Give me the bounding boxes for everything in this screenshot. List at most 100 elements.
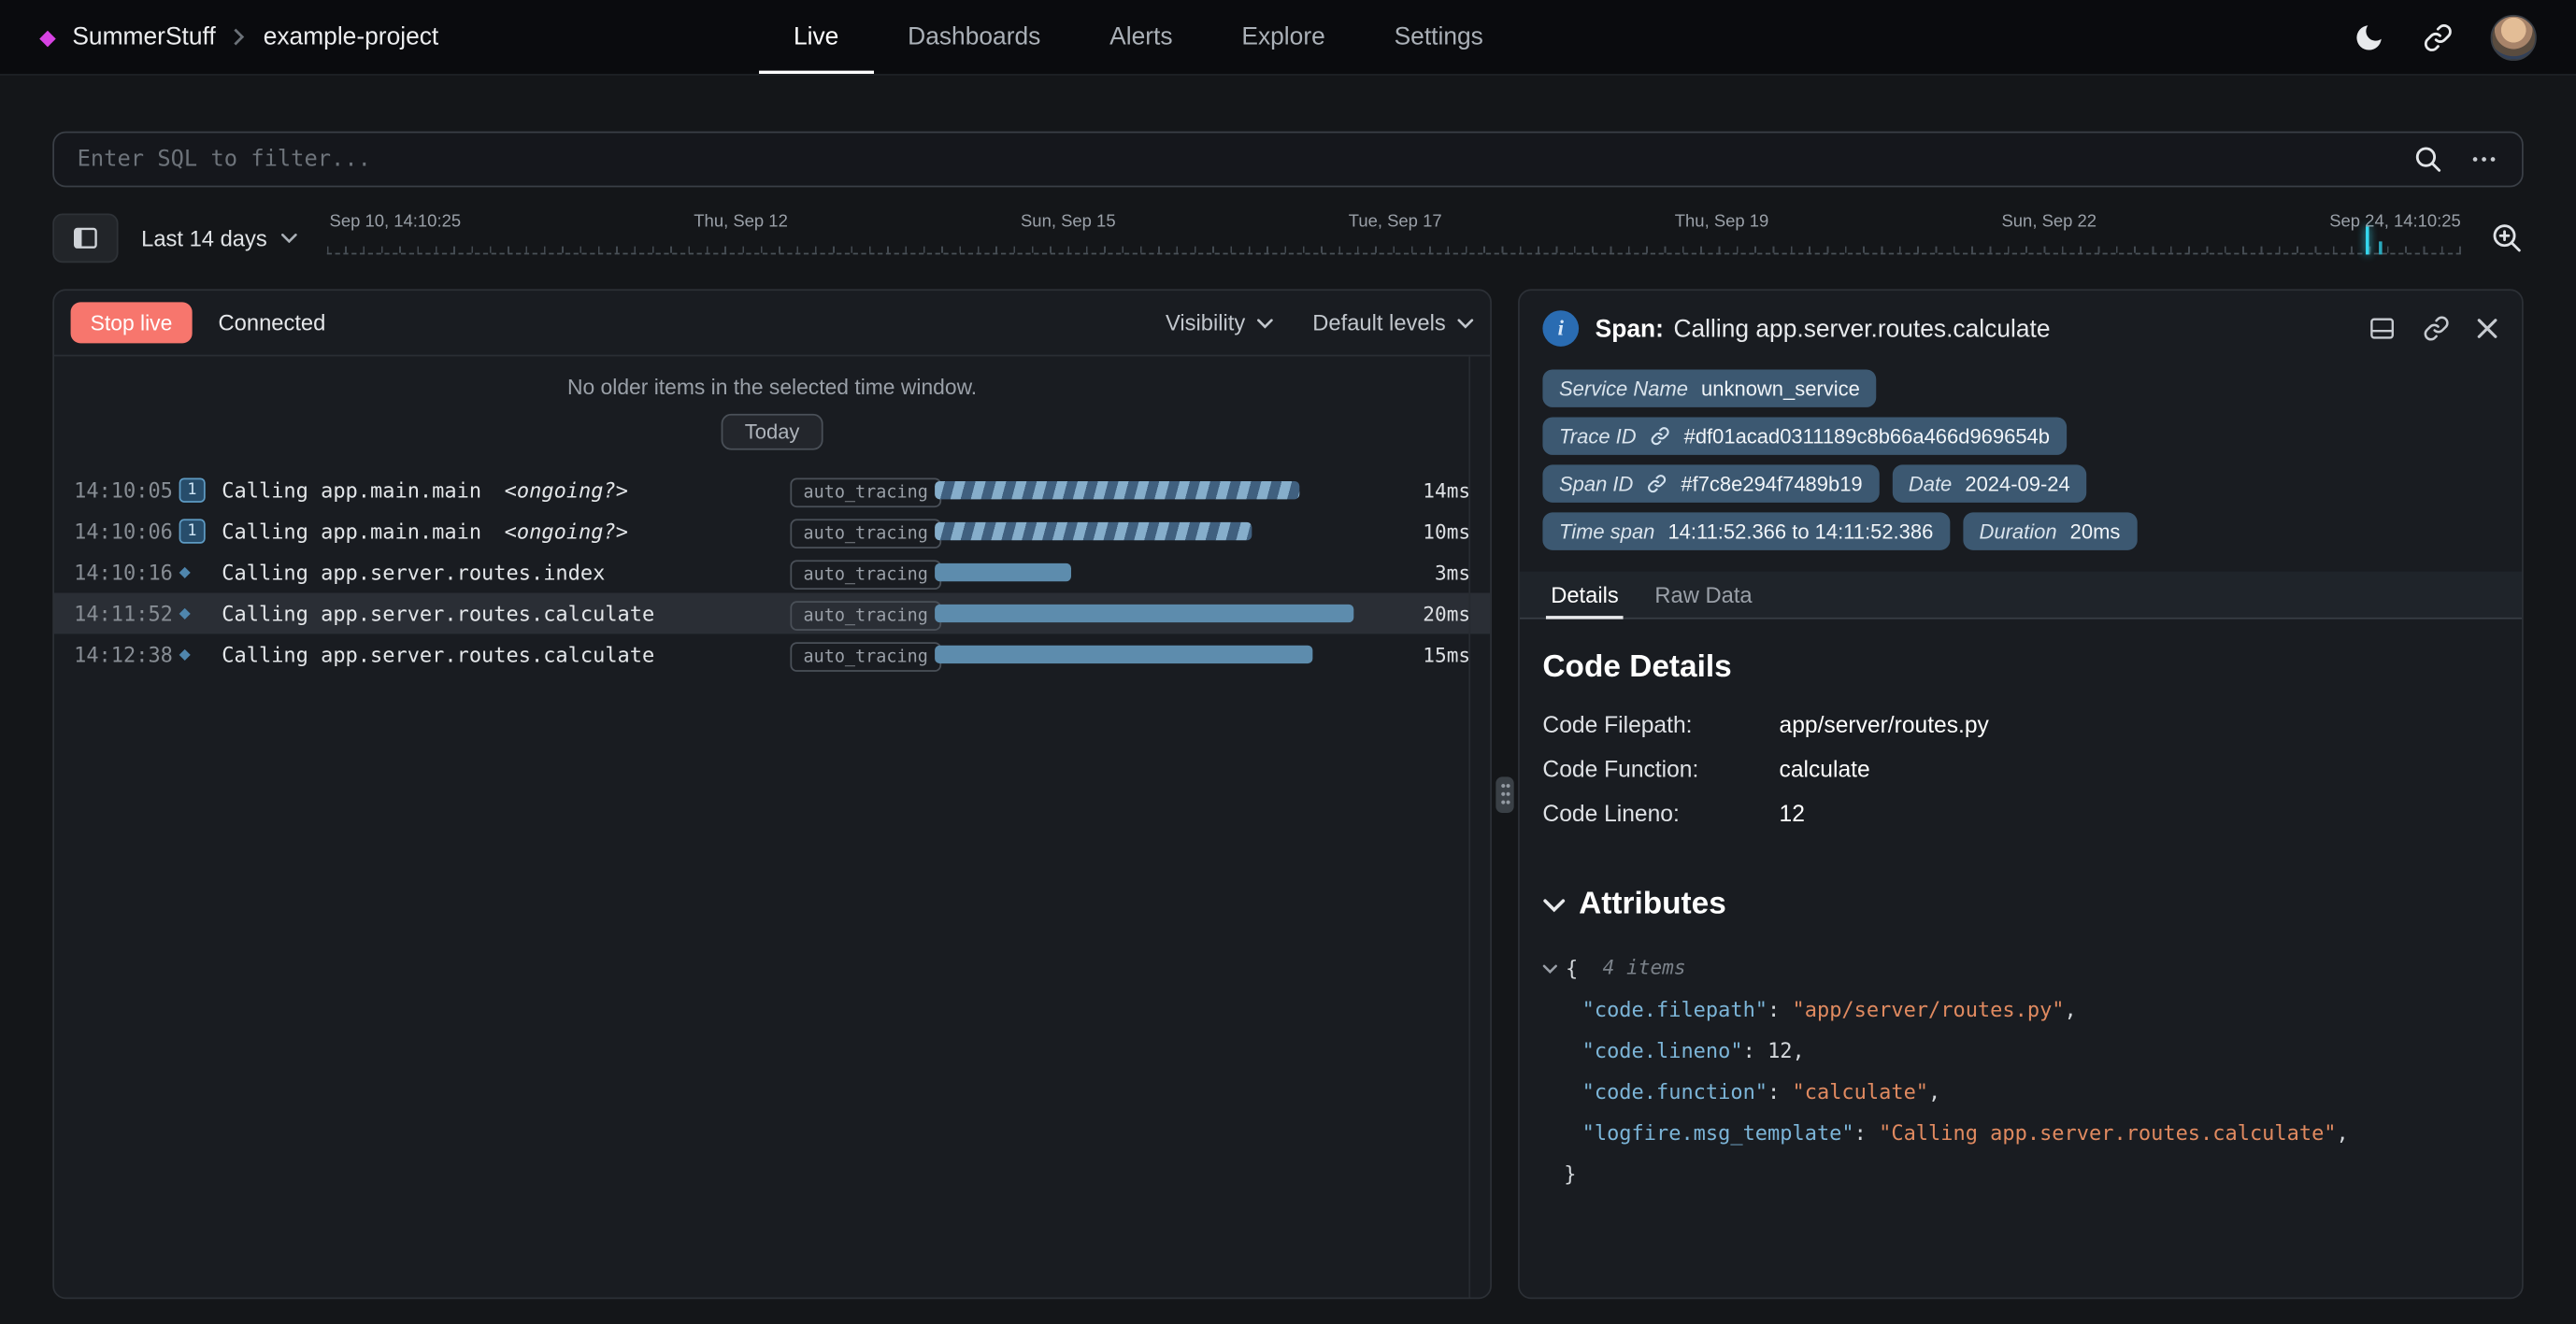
- code-lineno-row: Code Lineno: 12: [1542, 800, 2498, 826]
- json-entry: "logfire.msg_template": "Calling app.ser…: [1542, 1112, 2498, 1153]
- log-tag: auto_tracing: [790, 642, 940, 672]
- ellipsis-icon: [2469, 145, 2499, 175]
- sql-filter-input[interactable]: [78, 146, 2387, 172]
- json-collapse-caret[interactable]: [1542, 963, 1557, 974]
- app-window: ◆ SummerStuff example-project Live Dashb…: [0, 0, 2576, 1324]
- json-entry: "code.lineno": 12,: [1542, 1030, 2498, 1071]
- timeline-bar: Last 14 days Sep 10, 14:10:25 Thu, Sep 1…: [52, 206, 2524, 269]
- tab-details[interactable]: Details: [1533, 572, 1637, 618]
- toggle-sidebar-button[interactable]: [52, 213, 118, 263]
- link-icon: [2422, 314, 2452, 344]
- live-log-panel: Stop live Connected Visibility Default l…: [52, 289, 1492, 1299]
- tab-raw-data[interactable]: Raw Data: [1637, 572, 1770, 618]
- duration-bar: [935, 563, 1071, 581]
- time-span-pill: Time span 14:11:52.366 to 14:11:52.386: [1542, 512, 1949, 549]
- moon-icon: [2353, 21, 2385, 53]
- log-list: 14:10:05 1 Calling app.main.main <ongoing…: [54, 470, 1490, 676]
- top-nav: ◆ SummerStuff example-project Live Dashb…: [0, 0, 2576, 76]
- code-function-row: Code Function: calculate: [1542, 756, 2498, 782]
- zoom-in-icon: [2491, 221, 2524, 254]
- default-levels-dropdown[interactable]: Default levels: [1312, 310, 1473, 335]
- nav-tabs: Live Dashboards Alerts Explore Settings: [759, 0, 1518, 74]
- ongoing-indicator: <ongoing?>: [505, 519, 628, 543]
- attributes-section-toggle[interactable]: Attributes: [1542, 887, 2498, 923]
- span-id-pill[interactable]: Span ID #f7c8e294f7489b19: [1542, 464, 1879, 502]
- share-link-button[interactable]: [2422, 21, 2454, 53]
- log-timestamp: 14:10:16: [74, 560, 179, 584]
- log-tag: auto_tracing: [790, 477, 940, 507]
- live-panel-header: Stop live Connected Visibility Default l…: [54, 291, 1490, 356]
- timeline-tick: Sep 24, 14:10:25: [2329, 212, 2461, 232]
- trace-id-pill[interactable]: Trace ID #df01acad0311189c8b66a466d96965…: [1542, 417, 2066, 454]
- time-range-select[interactable]: Last 14 days: [141, 226, 296, 250]
- grip-dots-icon: [1500, 782, 1510, 806]
- detail-tabs: Details Raw Data: [1520, 572, 2522, 619]
- link-icon: [2422, 21, 2454, 53]
- tab-live[interactable]: Live: [759, 0, 873, 74]
- project-name[interactable]: example-project: [264, 23, 439, 51]
- log-row[interactable]: 14:10:05 1 Calling app.main.main <ongoing…: [54, 470, 1490, 511]
- org-name[interactable]: SummerStuff: [72, 23, 215, 51]
- json-entry: "code.filepath": "app/server/routes.py",: [1542, 989, 2498, 1030]
- log-tag: auto_tracing: [790, 560, 940, 590]
- more-options-button[interactable]: [2469, 145, 2499, 175]
- sidebar-icon: [71, 223, 101, 253]
- log-timestamp: 14:10:05: [74, 477, 179, 502]
- chevron-down-icon: [1457, 318, 1474, 328]
- log-timestamp: 14:12:38: [74, 642, 179, 666]
- timeline-chart[interactable]: Sep 10, 14:10:25 Thu, Sep 12 Sun, Sep 15…: [320, 206, 2468, 269]
- search-icon: [2413, 145, 2443, 175]
- tab-alerts[interactable]: Alerts: [1075, 0, 1207, 74]
- code-filepath-row: Code Filepath: app/server/routes.py: [1542, 711, 2498, 737]
- json-close-brace: }: [1542, 1153, 2498, 1194]
- user-avatar[interactable]: [2491, 14, 2537, 60]
- detail-body: Code Details Code Filepath: app/server/r…: [1520, 619, 2522, 1217]
- span-title: Span:Calling app.server.routes.calculate: [1596, 315, 2051, 343]
- log-row[interactable]: 14:10:16 ◆ Calling app.server.routes.ind…: [54, 552, 1490, 593]
- theme-toggle-button[interactable]: [2353, 21, 2385, 53]
- code-details-heading: Code Details: [1542, 650, 2498, 687]
- nav-actions: [2353, 14, 2537, 60]
- chevron-right-icon: [232, 26, 247, 48]
- duration-pill: Duration 20ms: [1963, 512, 2137, 549]
- main-content: Stop live Connected Visibility Default l…: [52, 289, 2524, 1299]
- detail-panel-header: i Span:Calling app.server.routes.calcula…: [1520, 291, 2522, 366]
- timeline-tick: Tue, Sep 17: [1349, 212, 1442, 232]
- close-panel-button[interactable]: [2476, 317, 2499, 340]
- log-row-selected[interactable]: 14:11:52 ◆ Calling app.server.routes.cal…: [54, 593, 1490, 634]
- dock-panel-icon: [2368, 314, 2397, 344]
- json-open-brace: {: [1566, 947, 1578, 989]
- today-button[interactable]: Today: [722, 414, 823, 450]
- visibility-dropdown[interactable]: Visibility: [1166, 310, 1273, 335]
- timeline-tick: Thu, Sep 19: [1675, 212, 1769, 232]
- copy-link-button[interactable]: [2422, 314, 2452, 344]
- tab-explore[interactable]: Explore: [1207, 0, 1359, 74]
- timeline-activity-spike: [2366, 227, 2369, 255]
- json-items-count: 4 items: [1603, 947, 1686, 989]
- timeline-tick-labels: Sep 10, 14:10:25 Thu, Sep 12 Sun, Sep 15…: [330, 212, 2461, 232]
- search-button[interactable]: [2413, 145, 2443, 175]
- info-icon: i: [1542, 310, 1579, 347]
- dock-panel-button[interactable]: [2368, 314, 2397, 344]
- panel-resize-handle[interactable]: [1496, 776, 1513, 812]
- service-name-pill: Service Name unknown_service: [1542, 369, 1876, 406]
- stop-live-button[interactable]: Stop live: [71, 302, 193, 343]
- duration-bar: [935, 605, 1352, 622]
- span-count-badge: 1: [179, 519, 206, 544]
- scrollbar-track[interactable]: [1468, 356, 1470, 1297]
- ongoing-indicator: <ongoing?>: [505, 477, 628, 502]
- tab-dashboards[interactable]: Dashboards: [873, 0, 1075, 74]
- tab-settings[interactable]: Settings: [1360, 0, 1518, 74]
- chevron-down-icon: [1542, 898, 1566, 913]
- duration-bar: [935, 522, 1252, 540]
- log-message: Calling app.main.main: [222, 477, 481, 502]
- timeline-tick: Sun, Sep 22: [2001, 212, 2097, 232]
- zoom-in-button[interactable]: [2491, 221, 2524, 254]
- log-row[interactable]: 14:12:38 ◆ Calling app.server.routes.cal…: [54, 634, 1490, 675]
- attributes-heading: Attributes: [1579, 887, 1726, 923]
- log-duration: 15ms: [1395, 643, 1470, 666]
- link-icon: [1650, 425, 1671, 447]
- log-row[interactable]: 14:10:06 1 Calling app.main.main<ongoing…: [54, 511, 1490, 552]
- log-duration: 10ms: [1395, 520, 1470, 543]
- span-count-badge: 1: [179, 477, 206, 503]
